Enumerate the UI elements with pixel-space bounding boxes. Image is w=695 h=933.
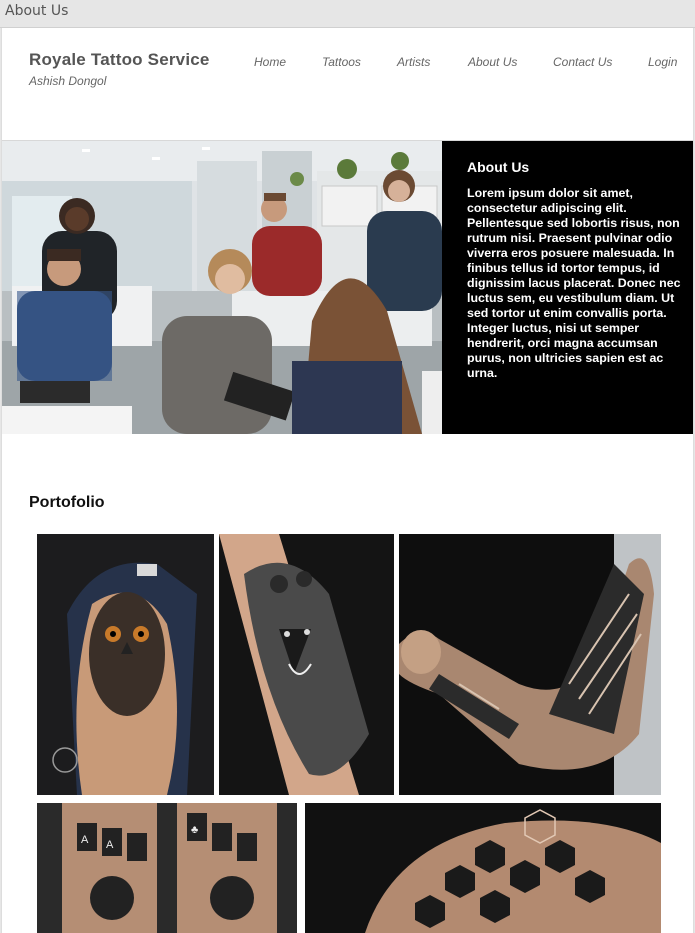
nav-home[interactable]: Home (254, 55, 286, 69)
about-panel: About Us Lorem ipsum dolor sit amet, con… (442, 141, 693, 434)
portfolio-cards-tattoo[interactable]: A A ♣ (37, 803, 297, 933)
nav-tattoos[interactable]: Tattoos (322, 55, 361, 69)
about-heading: About Us (467, 159, 530, 175)
page: Royale Tattoo Service Ashish Dongol Home… (1, 28, 694, 933)
nav-login[interactable]: Login (648, 55, 677, 69)
team-meeting-photo (2, 141, 442, 434)
nav-contact-us[interactable]: Contact Us (553, 55, 612, 69)
portfolio-wolf-tattoo[interactable] (219, 534, 394, 795)
nav-artists[interactable]: Artists (397, 55, 430, 69)
svg-text:A: A (106, 839, 114, 851)
portfolio-owl-tattoo[interactable] (37, 534, 214, 795)
nav-about-us[interactable]: About Us (468, 55, 517, 69)
window-titlebar: About Us (0, 0, 695, 28)
site-title: Royale Tattoo Service (29, 50, 210, 69)
portfolio-hexagon-tattoo[interactable] (305, 803, 661, 933)
svg-text:A: A (81, 834, 89, 846)
site-subtitle: Ashish Dongol (29, 74, 107, 88)
about-hero: About Us Lorem ipsum dolor sit amet, con… (2, 140, 693, 434)
portfolio-heading: Portofolio (29, 494, 105, 511)
svg-text:♣: ♣ (191, 824, 198, 836)
about-body: Lorem ipsum dolor sit amet, consectetur … (467, 186, 681, 380)
portfolio-tribal-sleeve-tattoo[interactable] (399, 534, 661, 795)
window-title: About Us (5, 3, 69, 19)
